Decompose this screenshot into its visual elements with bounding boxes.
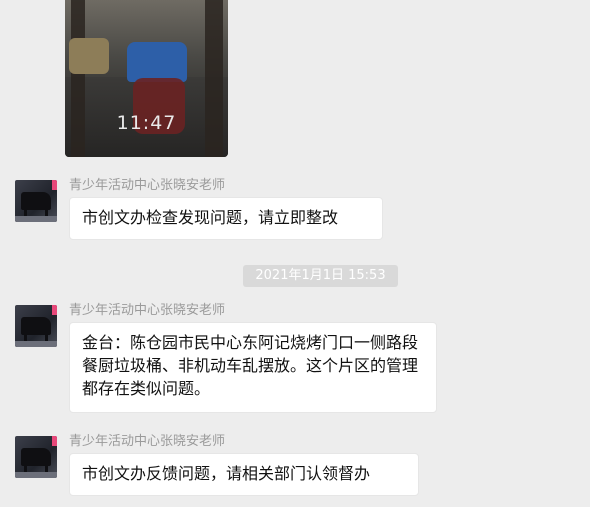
avatar-accent	[52, 436, 57, 446]
avatar-accent	[52, 305, 57, 315]
photo-car	[69, 38, 109, 74]
avatar[interactable]	[15, 305, 57, 347]
timestamp-divider: 2021年1月1日 15:53	[243, 265, 398, 287]
avatar[interactable]	[15, 436, 57, 478]
avatar[interactable]	[15, 180, 57, 222]
photo-car	[127, 42, 187, 82]
sender-name: 青少年活动中心张晓安老师	[69, 303, 226, 318]
message-bubble[interactable]: 金台：陈仓园市民中心东阿记烧烤门口一侧路段餐厨垃圾桶、非机动车乱摆放。这个片区的…	[69, 322, 437, 413]
avatar-accent	[52, 180, 57, 190]
sender-name: 青少年活动中心张晓安老师	[69, 178, 226, 193]
photo-message[interactable]: 11:47	[65, 0, 228, 157]
photo-time-overlay: 11:47	[116, 112, 177, 134]
message-bubble[interactable]: 市创文办检查发现问题，请立即整改	[69, 197, 383, 240]
sender-name: 青少年活动中心张晓安老师	[69, 434, 226, 449]
avatar-floor	[15, 216, 57, 222]
avatar-floor	[15, 472, 57, 478]
message-bubble[interactable]: 市创文办反馈问题，请相关部门认领督办	[69, 453, 419, 496]
avatar-floor	[15, 341, 57, 347]
